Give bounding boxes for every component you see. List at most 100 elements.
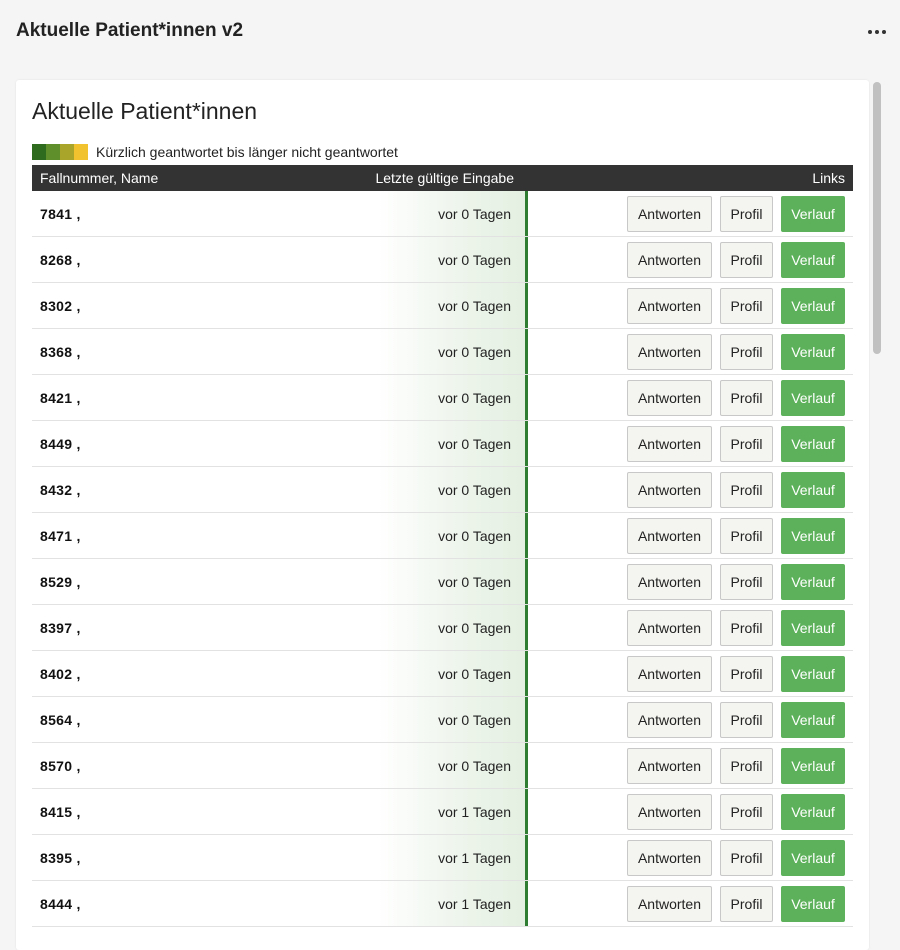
history-button[interactable]: Verlauf [781, 702, 845, 738]
last-entry-text: vor 0 Tagen [438, 666, 511, 682]
answer-button[interactable]: Antworten [627, 840, 712, 876]
answer-button[interactable]: Antworten [627, 472, 712, 508]
last-entry-text: vor 0 Tagen [438, 298, 511, 314]
row-actions: Antworten Profil Verlauf [627, 748, 845, 784]
answer-button[interactable]: Antworten [627, 380, 712, 416]
profile-button[interactable]: Profil [720, 334, 773, 370]
table-row: 8302 , vor 0 Tagen Antworten Profil Verlauf [32, 283, 853, 329]
legend-swatch-4 [74, 144, 88, 160]
history-button[interactable]: Verlauf [781, 794, 845, 830]
legend-swatch-1 [32, 144, 46, 160]
row-actions: Antworten Profil Verlauf [627, 840, 845, 876]
dot [875, 30, 879, 34]
profile-button[interactable]: Profil [720, 610, 773, 646]
answer-button[interactable]: Antworten [627, 564, 712, 600]
case-number-name: 8415 , [40, 804, 81, 820]
table-row: 8432 , vor 0 Tagen Antworten Profil Verlauf [32, 467, 853, 513]
history-button[interactable]: Verlauf [781, 564, 845, 600]
last-entry-text: vor 1 Tagen [438, 804, 511, 820]
last-entry-cell: vor 0 Tagen [378, 283, 528, 328]
case-number-name: 8268 , [40, 252, 81, 268]
profile-button[interactable]: Profil [720, 380, 773, 416]
history-button[interactable]: Verlauf [781, 840, 845, 876]
last-entry-text: vor 0 Tagen [438, 574, 511, 590]
card-title: Aktuelle Patient*innen [32, 98, 258, 124]
column-header-links: Links [812, 170, 845, 186]
table-row: 7841 , vor 0 Tagen Antworten Profil Verlauf [32, 191, 853, 237]
last-entry-text: vor 0 Tagen [438, 436, 511, 452]
answer-button[interactable]: Antworten [627, 610, 712, 646]
last-entry-text: vor 0 Tagen [438, 712, 511, 728]
history-button[interactable]: Verlauf [781, 196, 845, 232]
table-row: 8415 , vor 1 Tagen Antworten Profil Verlauf [32, 789, 853, 835]
history-button[interactable]: Verlauf [781, 334, 845, 370]
row-actions: Antworten Profil Verlauf [627, 886, 845, 922]
history-button[interactable]: Verlauf [781, 886, 845, 922]
row-actions: Antworten Profil Verlauf [627, 288, 845, 324]
answer-button[interactable]: Antworten [627, 656, 712, 692]
legend-swatch-3 [60, 144, 74, 160]
history-button[interactable]: Verlauf [781, 288, 845, 324]
case-number-name: 8402 , [40, 666, 81, 682]
last-entry-cell: vor 0 Tagen [378, 651, 528, 696]
last-entry-cell: vor 0 Tagen [378, 191, 528, 236]
history-button[interactable]: Verlauf [781, 748, 845, 784]
answer-button[interactable]: Antworten [627, 288, 712, 324]
patients-card: Aktuelle Patient*innen Kürzlich geantwor… [16, 80, 869, 950]
last-entry-text: vor 0 Tagen [438, 390, 511, 406]
answer-button[interactable]: Antworten [627, 518, 712, 554]
last-entry-cell: vor 0 Tagen [378, 329, 528, 374]
recency-legend: Kürzlich geantwortet bis länger nicht ge… [32, 143, 398, 161]
case-number-name: 8395 , [40, 850, 81, 866]
history-button[interactable]: Verlauf [781, 426, 845, 462]
profile-button[interactable]: Profil [720, 242, 773, 278]
row-actions: Antworten Profil Verlauf [627, 518, 845, 554]
more-horizontal-icon[interactable] [868, 22, 886, 42]
profile-button[interactable]: Profil [720, 840, 773, 876]
row-actions: Antworten Profil Verlauf [627, 794, 845, 830]
table-row: 8395 , vor 1 Tagen Antworten Profil Verlauf [32, 835, 853, 881]
table-row: 8471 , vor 0 Tagen Antworten Profil Verlauf [32, 513, 853, 559]
case-number-name: 8449 , [40, 436, 81, 452]
answer-button[interactable]: Antworten [627, 242, 712, 278]
answer-button[interactable]: Antworten [627, 426, 712, 462]
profile-button[interactable]: Profil [720, 656, 773, 692]
answer-button[interactable]: Antworten [627, 794, 712, 830]
column-header-last-entry: Letzte gültige Eingabe [375, 170, 514, 186]
history-button[interactable]: Verlauf [781, 380, 845, 416]
profile-button[interactable]: Profil [720, 288, 773, 324]
history-button[interactable]: Verlauf [781, 610, 845, 646]
scrollbar-thumb[interactable] [873, 82, 881, 354]
profile-button[interactable]: Profil [720, 886, 773, 922]
row-actions: Antworten Profil Verlauf [627, 242, 845, 278]
table-row: 8368 , vor 0 Tagen Antworten Profil Verlauf [32, 329, 853, 375]
answer-button[interactable]: Antworten [627, 886, 712, 922]
profile-button[interactable]: Profil [720, 518, 773, 554]
case-number-name: 8302 , [40, 298, 81, 314]
answer-button[interactable]: Antworten [627, 702, 712, 738]
last-entry-text: vor 0 Tagen [438, 620, 511, 636]
history-button[interactable]: Verlauf [781, 472, 845, 508]
last-entry-cell: vor 1 Tagen [378, 789, 528, 834]
profile-button[interactable]: Profil [720, 564, 773, 600]
answer-button[interactable]: Antworten [627, 748, 712, 784]
history-button[interactable]: Verlauf [781, 656, 845, 692]
case-number-name: 8529 , [40, 574, 81, 590]
profile-button[interactable]: Profil [720, 196, 773, 232]
profile-button[interactable]: Profil [720, 702, 773, 738]
profile-button[interactable]: Profil [720, 794, 773, 830]
table-header: Fallnummer, Name Letzte gültige Eingabe … [32, 165, 853, 191]
row-actions: Antworten Profil Verlauf [627, 472, 845, 508]
profile-button[interactable]: Profil [720, 748, 773, 784]
history-button[interactable]: Verlauf [781, 518, 845, 554]
row-actions: Antworten Profil Verlauf [627, 334, 845, 370]
profile-button[interactable]: Profil [720, 426, 773, 462]
app-header: Aktuelle Patient*innen v2 [0, 0, 900, 64]
answer-button[interactable]: Antworten [627, 334, 712, 370]
last-entry-text: vor 0 Tagen [438, 482, 511, 498]
history-button[interactable]: Verlauf [781, 242, 845, 278]
row-actions: Antworten Profil Verlauf [627, 426, 845, 462]
profile-button[interactable]: Profil [720, 472, 773, 508]
last-entry-text: vor 0 Tagen [438, 206, 511, 222]
answer-button[interactable]: Antworten [627, 196, 712, 232]
